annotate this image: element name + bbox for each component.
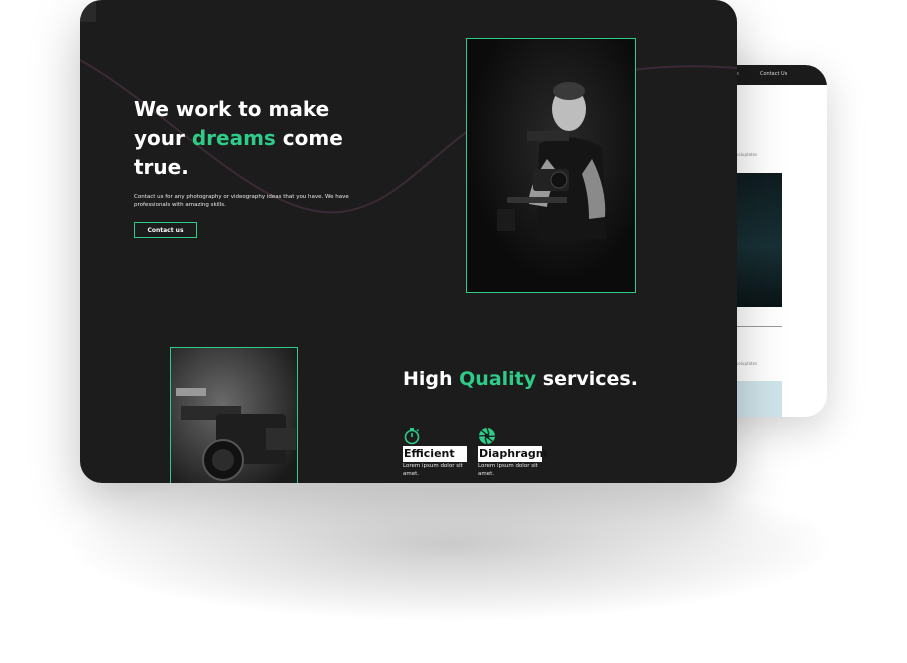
hero-title: We work to make your dreams come true. (134, 95, 364, 182)
services-title-accent: Quality (459, 368, 537, 390)
back-device-text-snippet: voluptates (736, 152, 758, 157)
main-device-screen: We work to make your dreams come true. C… (80, 0, 737, 483)
services-title: High Quality services. (403, 368, 638, 390)
back-device-image (736, 173, 782, 307)
back-device-text-snippet: voluptates (736, 361, 758, 366)
device-shadow (70, 470, 830, 620)
services-title-text: services. (536, 368, 638, 390)
stopwatch-icon (404, 428, 420, 445)
feature-description: Lorem ipsum dolor sit amet. (403, 463, 463, 477)
back-device-divider (736, 326, 782, 327)
contact-us-button[interactable]: Contact us (134, 222, 197, 238)
feature-description: Lorem ipsum dolor sit amet. (478, 463, 538, 477)
videographer-photo (466, 38, 636, 293)
hero-description: Contact us for any photography or videog… (134, 194, 349, 208)
back-device-image (736, 381, 782, 417)
hero-title-accent: dreams (191, 126, 276, 150)
aperture-icon (478, 427, 496, 445)
services-title-text: High (403, 368, 460, 390)
back-nav-item-contact[interactable]: Contact Us (760, 71, 787, 77)
feature-label: Diaphragm (478, 446, 548, 462)
camera-photo (170, 347, 298, 483)
feature-label: Efficient (403, 446, 467, 462)
